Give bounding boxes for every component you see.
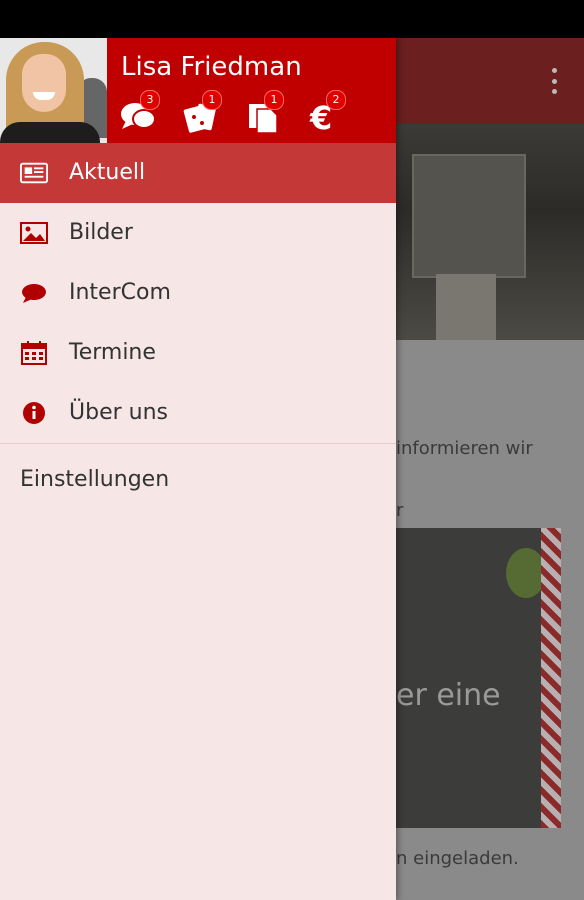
card-footer-text: n eingeladen. [396,848,519,869]
menu-item-label: Aktuell [69,160,146,185]
badge-count: 3 [140,90,160,110]
newspaper-icon [20,161,48,185]
menu-item-intercom[interactable]: InterCom [0,263,396,323]
menu-item-label: InterCom [69,280,171,305]
notification-badges: 3 1 1 € 2 [118,90,346,136]
card-overlay-text: er eine [396,678,501,713]
coupons-badge-button[interactable]: 1 [180,90,222,136]
drawer-header: Lisa Friedman 3 1 1 € 2 [0,38,396,143]
payments-badge-button[interactable]: € 2 [304,90,346,136]
menu-item-ueber-uns[interactable]: Über uns [0,383,396,443]
menu-item-einstellungen[interactable]: Einstellungen [0,444,396,514]
avatar[interactable] [0,38,107,143]
badge-count: 1 [264,90,284,110]
chat-bubble-icon [20,281,48,305]
messages-badge-button[interactable]: 3 [118,90,160,136]
info-icon [20,401,48,425]
navigation-drawer: Lisa Friedman 3 1 1 € 2 Aktuell Bilder I… [0,38,396,900]
badge-count: 1 [202,90,222,110]
status-bar [0,0,584,38]
drawer-menu: Aktuell Bilder InterCom Termine Über uns [0,143,396,514]
menu-item-label: Bilder [69,220,133,245]
menu-item-termine[interactable]: Termine [0,323,396,383]
image-icon [20,221,48,245]
hero-image [396,124,584,340]
user-name: Lisa Friedman [121,52,302,82]
background-text-2: r [396,500,404,521]
background-text: informieren wir [396,438,533,459]
menu-item-bilder[interactable]: Bilder [0,203,396,263]
menu-item-label: Über uns [69,400,168,425]
overflow-menu-icon[interactable] [552,68,558,94]
menu-item-label: Termine [69,340,156,365]
calendar-icon [20,341,48,365]
badge-count: 2 [326,90,346,110]
documents-badge-button[interactable]: 1 [242,90,284,136]
menu-item-aktuell[interactable]: Aktuell [0,143,396,203]
